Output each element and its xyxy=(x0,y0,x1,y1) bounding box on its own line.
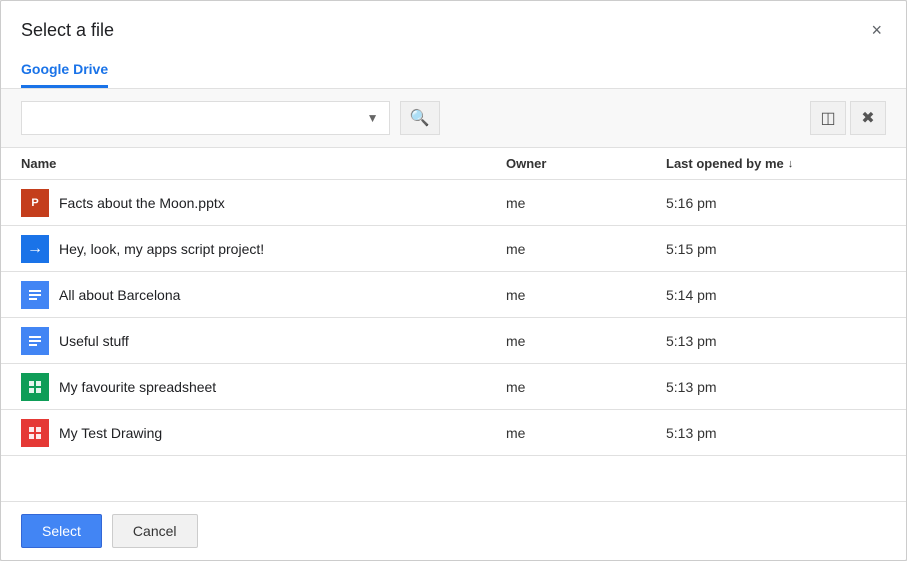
file-owner: me xyxy=(506,425,666,441)
column-last-opened[interactable]: Last opened by me ↓ xyxy=(666,156,886,171)
file-date: 5:13 pm xyxy=(666,425,886,441)
file-icon-doc xyxy=(21,281,49,309)
sort-arrow-icon: ↓ xyxy=(788,158,794,170)
sort-button[interactable]: ✖ xyxy=(850,101,886,135)
file-name-cell: → Hey, look, my apps script project! xyxy=(21,235,506,263)
table-row[interactable]: P Facts about the Moon.pptx me 5:16 pm xyxy=(1,180,906,226)
file-date: 5:15 pm xyxy=(666,241,886,257)
file-owner: me xyxy=(506,379,666,395)
file-icon-script: → xyxy=(21,235,49,263)
file-icon-sheet xyxy=(21,373,49,401)
file-name: Useful stuff xyxy=(59,333,129,349)
search-icon: 🔍 xyxy=(410,108,430,128)
file-date: 5:16 pm xyxy=(666,195,886,211)
file-name: My Test Drawing xyxy=(59,425,162,441)
dialog-title: Select a file xyxy=(21,20,114,41)
select-file-dialog: Select a file × Google Drive ▼ 🔍 ◫ ✖ N xyxy=(0,0,907,561)
file-date: 5:13 pm xyxy=(666,379,886,395)
file-owner: me xyxy=(506,333,666,349)
grid-icon: ◫ xyxy=(820,108,835,128)
search-input[interactable] xyxy=(30,110,365,126)
list-header: Name Owner Last opened by me ↓ xyxy=(1,148,906,180)
file-name: My favourite spreadsheet xyxy=(59,379,216,395)
toolbar: ▼ 🔍 ◫ ✖ xyxy=(1,89,906,148)
file-list: Name Owner Last opened by me ↓ P Facts a… xyxy=(1,148,906,501)
file-date: 5:13 pm xyxy=(666,333,886,349)
grid-view-button[interactable]: ◫ xyxy=(810,101,846,135)
dialog-header: Select a file × xyxy=(1,1,906,43)
table-row[interactable]: All about Barcelona me 5:14 pm xyxy=(1,272,906,318)
search-button[interactable]: 🔍 xyxy=(400,101,440,135)
column-name: Name xyxy=(21,156,506,171)
search-wrapper: ▼ xyxy=(21,101,390,135)
file-owner: me xyxy=(506,287,666,303)
file-rows-container: P Facts about the Moon.pptx me 5:16 pm →… xyxy=(1,180,906,456)
file-date: 5:14 pm xyxy=(666,287,886,303)
tab-google-drive[interactable]: Google Drive xyxy=(21,51,108,88)
select-button[interactable]: Select xyxy=(21,514,102,548)
file-name-cell: P Facts about the Moon.pptx xyxy=(21,189,506,217)
sort-icon: ✖ xyxy=(861,108,874,128)
file-name-cell: My favourite spreadsheet xyxy=(21,373,506,401)
table-row[interactable]: My Test Drawing me 5:13 pm xyxy=(1,410,906,456)
file-icon-drawing xyxy=(21,419,49,447)
column-owner: Owner xyxy=(506,156,666,171)
file-icon-doc xyxy=(21,327,49,355)
file-owner: me xyxy=(506,241,666,257)
cancel-button[interactable]: Cancel xyxy=(112,514,198,548)
close-button[interactable]: × xyxy=(867,17,886,43)
table-row[interactable]: My favourite spreadsheet me 5:13 pm xyxy=(1,364,906,410)
file-name: Hey, look, my apps script project! xyxy=(59,241,264,257)
file-name: All about Barcelona xyxy=(59,287,180,303)
file-owner: me xyxy=(506,195,666,211)
dropdown-arrow-icon[interactable]: ▼ xyxy=(365,111,381,125)
file-icon-ppt: P xyxy=(21,189,49,217)
view-buttons: ◫ ✖ xyxy=(810,101,886,135)
table-row[interactable]: Useful stuff me 5:13 pm xyxy=(1,318,906,364)
dialog-footer: Select Cancel xyxy=(1,501,906,560)
file-name-cell: Useful stuff xyxy=(21,327,506,355)
file-name-cell: All about Barcelona xyxy=(21,281,506,309)
file-name-cell: My Test Drawing xyxy=(21,419,506,447)
table-row[interactable]: → Hey, look, my apps script project! me … xyxy=(1,226,906,272)
file-name: Facts about the Moon.pptx xyxy=(59,195,225,211)
tabs-bar: Google Drive xyxy=(1,51,906,89)
